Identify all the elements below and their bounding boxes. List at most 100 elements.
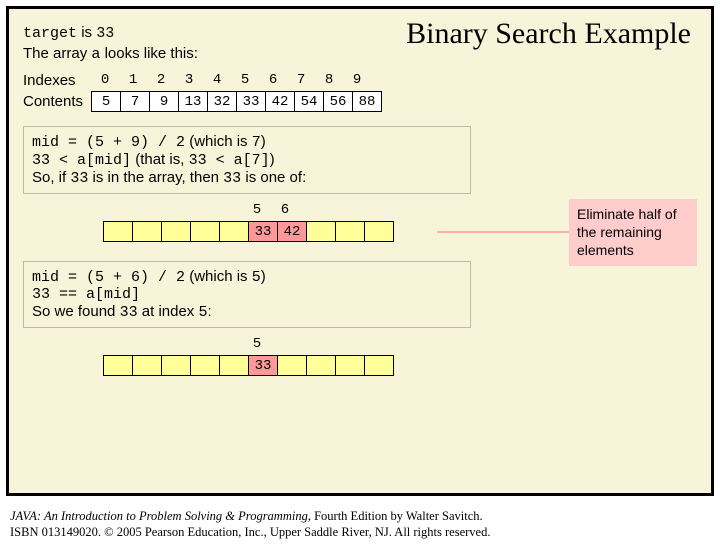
main-array-table: Indexes Contents 0 1 2 3 4 5 6 7 8 9 5 7… <box>23 70 697 112</box>
sub1-con <box>191 221 220 242</box>
step1-line2: 33 < a[mid] (that is, 33 < a[7]) <box>32 151 462 169</box>
footer-line2: ISBN 013149020. © 2005 Pearson Education… <box>10 524 710 540</box>
sub1-con <box>220 221 249 242</box>
idx-cell: 9 <box>343 70 371 91</box>
con-cell: 32 <box>208 91 237 112</box>
idx-cell: 5 <box>231 70 259 91</box>
sub2-idx <box>131 334 159 355</box>
sub2-con <box>220 355 249 376</box>
idx-cell: 8 <box>315 70 343 91</box>
sub2-idx <box>299 334 327 355</box>
step1-box: mid = (5 + 9) / 2 (which is 7) 33 < a[mi… <box>23 126 471 194</box>
sub1-idx <box>187 200 215 221</box>
index-row: 0 1 2 3 4 5 6 7 8 9 <box>91 70 382 91</box>
step2-box: mid = (5 + 6) / 2 (which is 5) 33 == a[m… <box>23 261 471 328</box>
step2-eq: 33 == a[mid] <box>32 286 462 303</box>
sub1-con <box>103 221 133 242</box>
footer-credit: JAVA: An Introduction to Problem Solving… <box>10 508 710 541</box>
step1-paren2: ) <box>270 151 275 168</box>
sub1-con-hi: 33 <box>249 221 278 242</box>
sub2-con <box>103 355 133 376</box>
sub1-idx <box>355 200 383 221</box>
slide-frame: Binary Search Example target is 33 The a… <box>6 6 714 496</box>
sub1-content-row: 33 42 <box>103 221 394 242</box>
con-cell: 5 <box>91 91 121 112</box>
idx-cell: 4 <box>203 70 231 91</box>
step2-mid-expr: mid = (5 + 6) / 2 <box>32 269 185 286</box>
con-cell: 88 <box>353 91 382 112</box>
con-cell: 33 <box>237 91 266 112</box>
con-cell: 42 <box>266 91 295 112</box>
note-connector <box>437 231 587 233</box>
content-row: 5 7 9 13 32 33 42 54 56 88 <box>91 91 382 112</box>
sub2-con <box>162 355 191 376</box>
sub2-content-row: 33 <box>103 355 394 376</box>
step2-atidx: at index <box>142 303 195 320</box>
step1-33a: 33 <box>70 170 88 187</box>
step1-cmp: 33 < a[mid] <box>32 152 131 169</box>
sub1-index-row: 5 6 <box>103 200 394 221</box>
step2-idx5: 5 <box>198 304 207 321</box>
step2-which: (which is <box>189 268 247 285</box>
step1-oneof: is one of: <box>245 169 306 186</box>
array-prefix: The array <box>23 45 87 62</box>
array-cells: 0 1 2 3 4 5 6 7 8 9 5 7 9 13 32 33 42 54… <box>91 70 382 112</box>
sub2-idx <box>355 334 383 355</box>
sub2-idx <box>103 334 131 355</box>
array-suffix: looks like this: <box>105 45 198 62</box>
sub2-idx <box>159 334 187 355</box>
step1-line1: mid = (5 + 9) / 2 (which is 7) <box>32 133 462 151</box>
step1-paren: ) <box>261 133 266 150</box>
step2-33: 33 <box>120 304 138 321</box>
con-cell: 13 <box>179 91 208 112</box>
row-labels: Indexes Contents <box>23 70 83 112</box>
target-label: target <box>23 25 77 42</box>
sub1-idx <box>215 200 243 221</box>
idx-cell: 0 <box>91 70 119 91</box>
step1-33b: 33 <box>223 170 241 187</box>
slide-title: Binary Search Example <box>406 17 691 51</box>
sub1-con <box>336 221 365 242</box>
sub2-idx <box>271 334 299 355</box>
step1-mid-val: 7 <box>252 134 261 151</box>
sub2-idx: 5 <box>243 334 271 355</box>
eliminate-note: Eliminate half of the remaining elements <box>569 199 697 266</box>
step1-soif: So, if <box>32 169 66 186</box>
sub1-idx <box>327 200 355 221</box>
sub1-idx: 5 <box>243 200 271 221</box>
sub2-con <box>133 355 162 376</box>
sub1-idx <box>299 200 327 221</box>
target-value: 33 <box>96 25 114 42</box>
con-cell: 54 <box>295 91 324 112</box>
idx-cell: 2 <box>147 70 175 91</box>
step2-line1: mid = (5 + 6) / 2 (which is 5) <box>32 268 462 286</box>
idx-cell: 3 <box>175 70 203 91</box>
sub2-con <box>191 355 220 376</box>
sub2-index-row: 5 <box>103 334 394 355</box>
sub2-idx <box>327 334 355 355</box>
sub1-con <box>162 221 191 242</box>
sub1-idx <box>131 200 159 221</box>
sub1-con <box>307 221 336 242</box>
step2-mid-val: 5 <box>252 269 261 286</box>
sub2-con <box>278 355 307 376</box>
step2-paren: ) <box>261 268 266 285</box>
footer-line1: JAVA: An Introduction to Problem Solving… <box>10 508 710 524</box>
idx-cell: 1 <box>119 70 147 91</box>
con-cell: 56 <box>324 91 353 112</box>
step1-line3: So, if 33 is in the array, then 33 is on… <box>32 169 462 187</box>
sub1-con <box>133 221 162 242</box>
sub2-idx <box>187 334 215 355</box>
con-cell: 7 <box>121 91 150 112</box>
con-cell: 9 <box>150 91 179 112</box>
step2-subarray: 5 33 <box>103 334 697 381</box>
label-indexes: Indexes <box>23 70 83 91</box>
step2-line3: So we found 33 at index 5: <box>32 303 462 321</box>
sub1-idx <box>103 200 131 221</box>
step1-cmp2: 33 < a[7] <box>189 152 270 169</box>
footer-author: Fourth Edition by Walter Savitch. <box>314 509 483 523</box>
sub2-con <box>307 355 336 376</box>
label-contents: Contents <box>23 91 83 112</box>
step1-which: (which is <box>189 133 247 150</box>
sub2-con <box>336 355 365 376</box>
